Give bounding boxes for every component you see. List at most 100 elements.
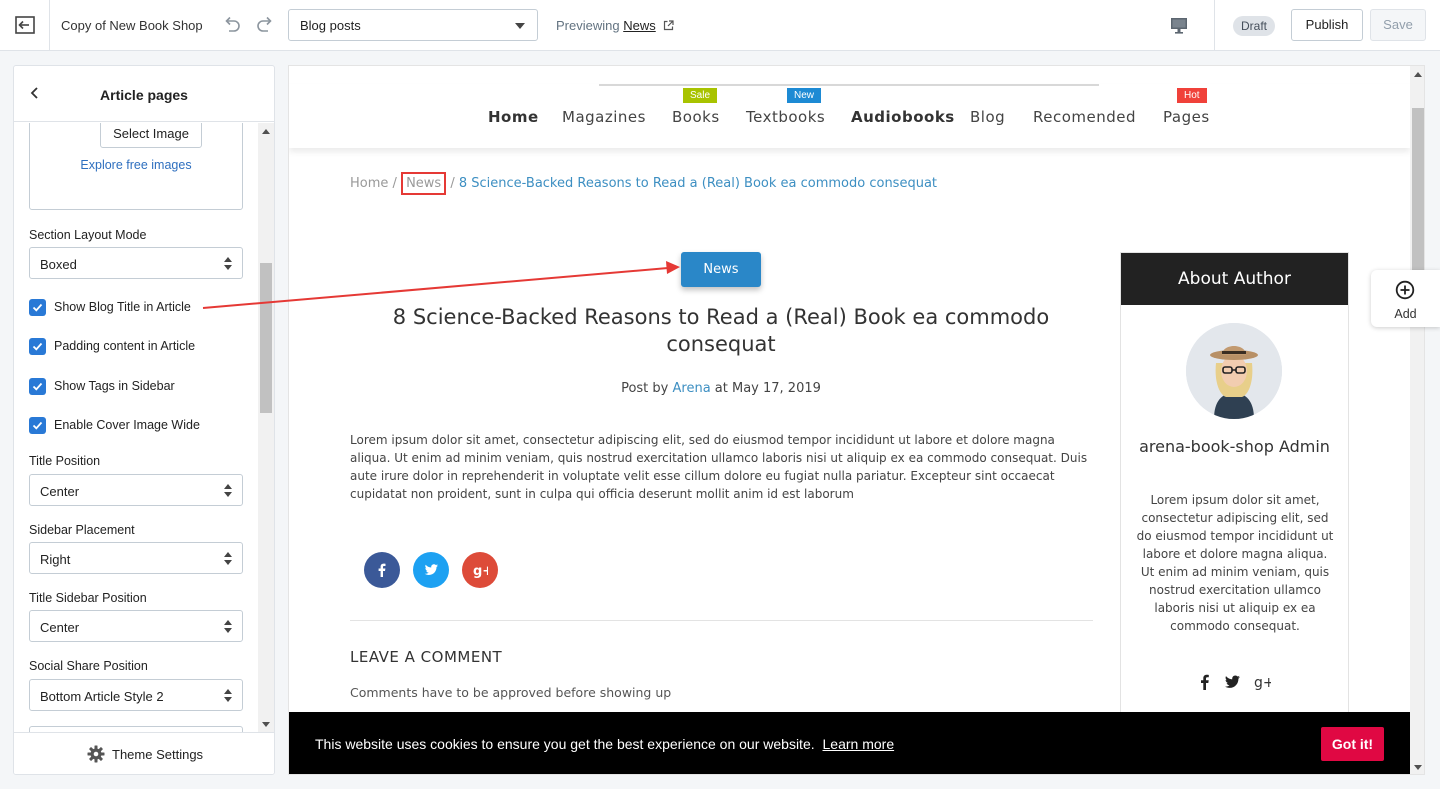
nav-item-recomended[interactable]: Recomended bbox=[1033, 108, 1136, 126]
google-plus-share-button[interactable]: g+ bbox=[462, 552, 498, 588]
nav-item-magazines[interactable]: Magazines bbox=[562, 108, 646, 126]
previewing-link[interactable]: News bbox=[623, 18, 656, 33]
nav-item-blog[interactable]: Blog bbox=[970, 108, 1005, 126]
breadcrumb-news[interactable]: News bbox=[401, 172, 447, 195]
image-picker: Select Image Explore free images bbox=[29, 123, 243, 210]
twitter-share-button[interactable] bbox=[413, 552, 449, 588]
cookie-text: This website uses cookies to ensure you … bbox=[315, 736, 815, 752]
publish-button[interactable]: Publish bbox=[1291, 9, 1363, 41]
storefront-preview: Home Magazines Sale Books New Textbooks … bbox=[288, 65, 1425, 775]
add-section-button[interactable]: Add bbox=[1371, 270, 1440, 327]
scroll-down-icon[interactable] bbox=[1414, 765, 1422, 770]
sidebar-placement-value: Right bbox=[40, 552, 71, 567]
author-name: arena-book-shop Admin bbox=[1139, 437, 1330, 456]
about-author-widget: About Author arena-book-shop Admin Lorem… bbox=[1120, 252, 1349, 752]
author-bio: Lorem ipsum dolor sit amet, consectetur … bbox=[1136, 493, 1334, 633]
twitter-icon[interactable] bbox=[1223, 673, 1241, 691]
facebook-icon bbox=[378, 563, 386, 577]
comments-note: Comments have to be approved before show… bbox=[350, 685, 672, 700]
title-sidebar-position-select[interactable]: Center bbox=[29, 610, 243, 642]
google-plus-icon[interactable]: g+ bbox=[1253, 673, 1271, 691]
select-image-button[interactable]: Select Image bbox=[100, 123, 202, 148]
checkbox-checked[interactable] bbox=[29, 299, 46, 316]
section-layout-value: Boxed bbox=[40, 257, 77, 272]
sidebar-scrollbar[interactable] bbox=[258, 123, 274, 733]
nav-item-audiobooks[interactable]: Audiobooks bbox=[851, 108, 955, 126]
nav-item-home[interactable]: Home bbox=[488, 108, 539, 126]
page-type-select[interactable]: Blog posts bbox=[288, 9, 538, 41]
plus-circle-icon bbox=[1395, 280, 1415, 300]
checkbox-checked[interactable] bbox=[29, 338, 46, 355]
preview-scrollbar[interactable] bbox=[1410, 66, 1424, 774]
redo-icon[interactable] bbox=[254, 13, 276, 35]
checkbox-label: Enable Cover Image Wide bbox=[54, 418, 200, 432]
sidebar-header: Article pages bbox=[14, 66, 274, 122]
settings-sidebar: Article pages Select Image Explore free … bbox=[13, 65, 275, 775]
select-arrows-icon bbox=[224, 484, 232, 497]
svg-text:g+: g+ bbox=[1254, 675, 1271, 691]
checkbox-checked[interactable] bbox=[29, 378, 46, 395]
nav-badge-hot: Hot bbox=[1177, 88, 1207, 103]
cookie-banner: This website uses cookies to ensure you … bbox=[289, 712, 1410, 774]
chevron-down-icon bbox=[515, 23, 525, 29]
checkbox-label: Padding content in Article bbox=[54, 339, 196, 353]
exit-button[interactable] bbox=[0, 0, 50, 50]
previewing-prefix: Previewing bbox=[556, 18, 620, 33]
checkbox-label: Show Tags in Sidebar bbox=[54, 379, 175, 393]
nav-item-textbooks[interactable]: Textbooks bbox=[746, 108, 825, 126]
breadcrumb-current: 8 Science-Backed Reasons to Read a (Real… bbox=[458, 176, 938, 191]
editor-topbar: Copy of New Book Shop Blog posts Preview… bbox=[0, 0, 1440, 51]
scroll-up-icon[interactable] bbox=[1414, 72, 1422, 77]
category-news-button[interactable]: News bbox=[681, 252, 761, 287]
facebook-share-button[interactable] bbox=[364, 552, 400, 588]
cookie-accept-button[interactable]: Got it! bbox=[1321, 727, 1384, 761]
section-layout-label: Section Layout Mode bbox=[29, 228, 147, 242]
learn-more-link[interactable]: Learn more bbox=[823, 736, 895, 752]
nav-divider bbox=[599, 84, 1099, 86]
leave-comment-heading: LEAVE A COMMENT bbox=[350, 648, 503, 666]
title-position-select[interactable]: Center bbox=[29, 474, 243, 506]
explore-free-images-link[interactable]: Explore free images bbox=[30, 158, 242, 172]
breadcrumb: Home / News / 8 Science-Backed Reasons t… bbox=[350, 172, 937, 195]
social-share-position-value: Bottom Article Style 2 bbox=[40, 689, 164, 704]
select-arrows-icon bbox=[224, 257, 232, 270]
post-meta: Post by Arena at May 17, 2019 bbox=[350, 381, 1092, 396]
sidebar-settings-list: Select Image Explore free images Section… bbox=[14, 123, 274, 733]
sidebar-placement-select[interactable]: Right bbox=[29, 542, 243, 574]
scroll-up-icon[interactable] bbox=[262, 129, 270, 134]
article-body: Lorem ipsum dolor sit amet, consectetur … bbox=[350, 433, 1088, 501]
title-sidebar-position-value: Center bbox=[40, 620, 80, 635]
save-button[interactable]: Save bbox=[1370, 9, 1426, 41]
select-arrows-icon bbox=[224, 620, 232, 633]
desktop-icon[interactable] bbox=[1168, 14, 1190, 36]
select-arrows-icon bbox=[224, 689, 232, 702]
sidebar-title: Article pages bbox=[100, 87, 188, 103]
post-date: at May 17, 2019 bbox=[714, 381, 821, 396]
section-layout-select[interactable]: Boxed bbox=[29, 247, 243, 279]
checkbox-checked[interactable] bbox=[29, 417, 46, 434]
social-share-position-select[interactable]: Bottom Article Style 2 bbox=[29, 679, 243, 711]
external-link-icon[interactable] bbox=[663, 20, 674, 31]
about-author-heading: About Author bbox=[1121, 253, 1348, 305]
topbar-divider bbox=[1214, 0, 1215, 50]
sidebar-placement-label: Sidebar Placement bbox=[29, 523, 135, 537]
checkmark-icon bbox=[32, 342, 43, 351]
undo-icon[interactable] bbox=[221, 13, 243, 35]
nav-item-pages[interactable]: Pages bbox=[1163, 108, 1210, 126]
scroll-down-icon[interactable] bbox=[262, 722, 270, 727]
google-plus-icon: g+ bbox=[473, 564, 488, 578]
gear-icon bbox=[87, 745, 105, 763]
facebook-icon[interactable] bbox=[1196, 673, 1214, 691]
author-avatar bbox=[1186, 323, 1282, 419]
nav-item-books[interactable]: Books bbox=[672, 108, 720, 126]
post-author-link[interactable]: Arena bbox=[673, 381, 711, 396]
nav-badge-sale: Sale bbox=[683, 88, 718, 103]
social-share-position-label: Social Share Position bbox=[29, 659, 148, 673]
breadcrumb-home[interactable]: Home bbox=[350, 176, 388, 191]
page-type-value: Blog posts bbox=[300, 18, 361, 33]
author-avatar-image bbox=[1186, 323, 1282, 419]
checkmark-icon bbox=[32, 421, 43, 430]
theme-settings-button[interactable]: Theme Settings bbox=[14, 732, 274, 774]
cookie-message: This website uses cookies to ensure you … bbox=[315, 736, 894, 752]
sidebar-scroll-thumb[interactable] bbox=[260, 263, 272, 413]
